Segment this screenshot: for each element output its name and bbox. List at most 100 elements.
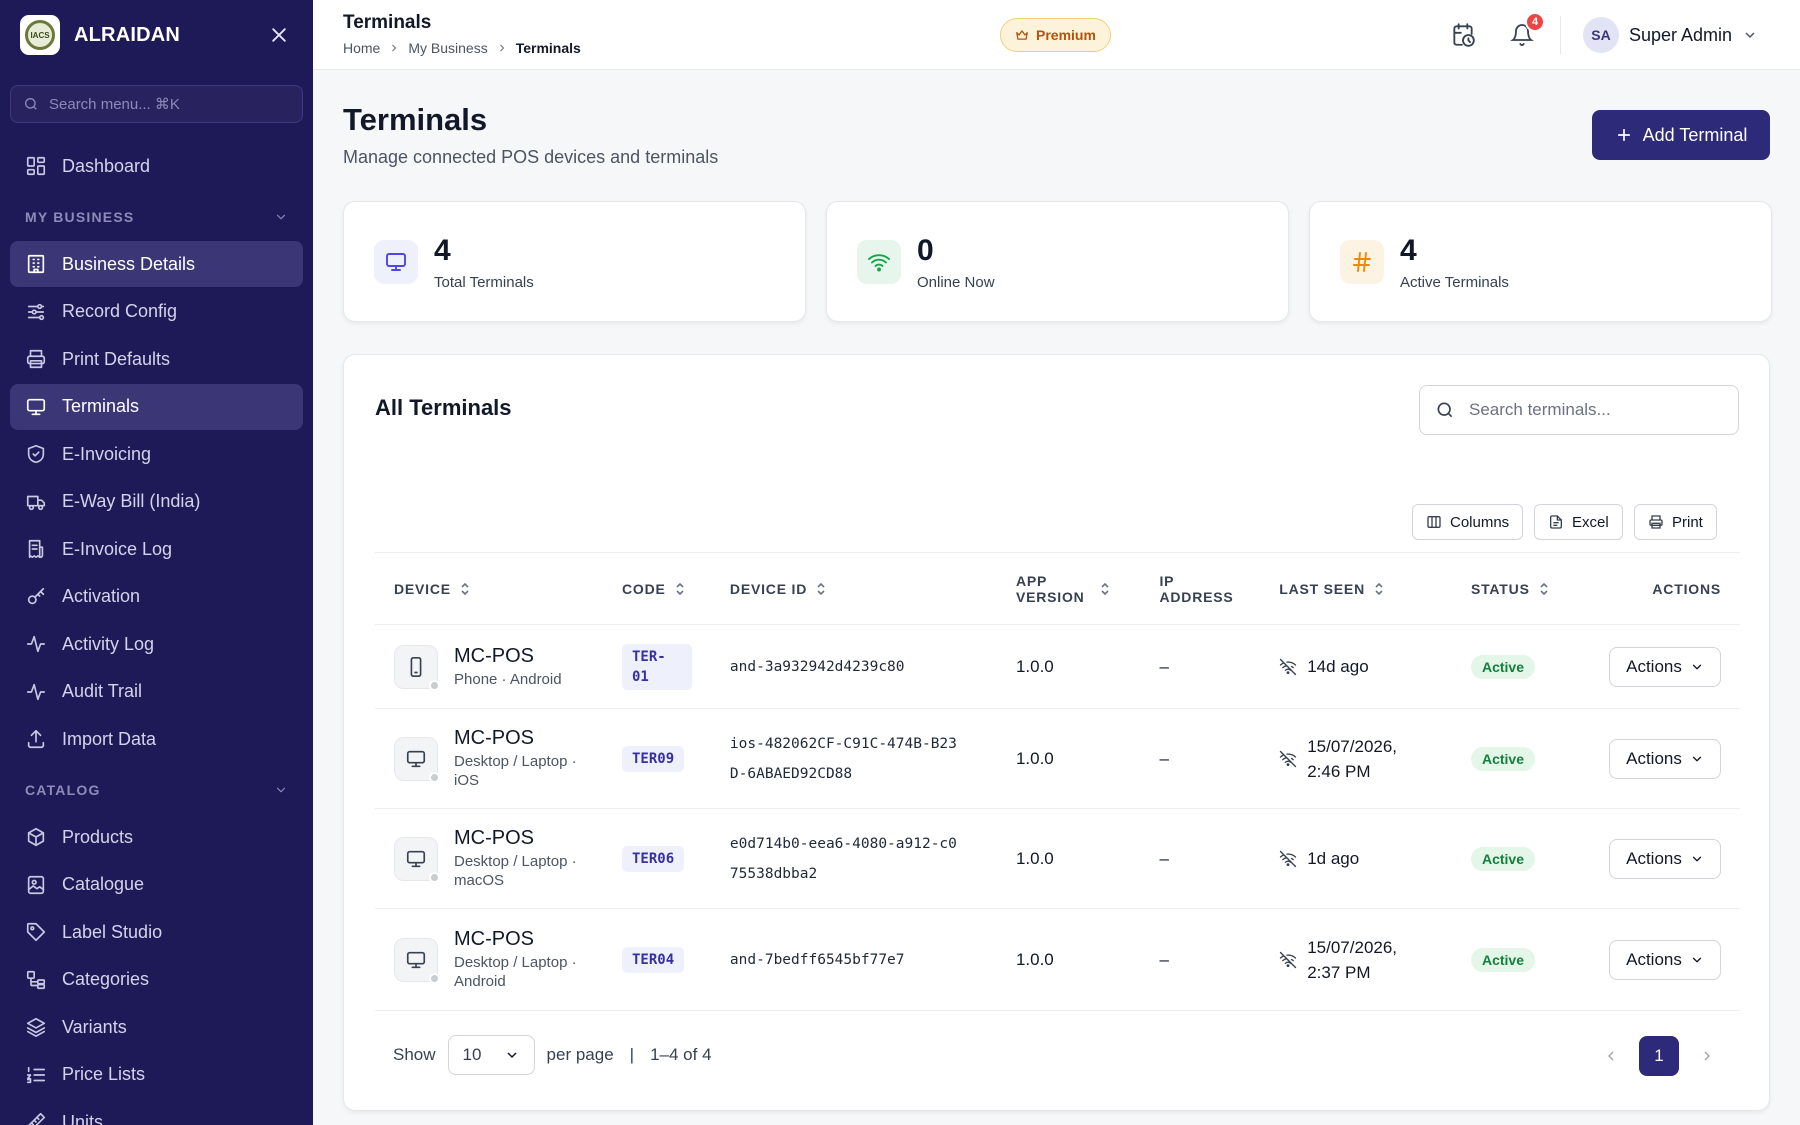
col-actions: ACTIONS [1590, 553, 1740, 625]
monitor-icon [406, 951, 426, 968]
prev-page-button[interactable] [1597, 1037, 1625, 1075]
sidebar-item-terminals[interactable]: Terminals [10, 383, 303, 430]
row-actions-button[interactable]: Actions [1609, 738, 1721, 779]
sidebar-item-audit-trail[interactable]: Audit Trail [10, 669, 303, 715]
printer-icon [26, 349, 46, 369]
sidebar-item-record-config[interactable]: Record Config [10, 289, 303, 335]
col-last-seen[interactable]: LAST SEEN [1260, 553, 1452, 625]
sidebar-item-activity-log[interactable]: Activity Log [10, 621, 303, 667]
sidebar-item-activation[interactable]: Activation [10, 574, 303, 620]
add-terminal-button[interactable]: Add Terminal [1592, 110, 1770, 160]
device-type-icon-box [394, 644, 440, 691]
pager-separator: | [629, 1045, 635, 1064]
row-actions-button[interactable]: Actions [1609, 939, 1721, 980]
terminal-search-input[interactable] [1469, 400, 1723, 420]
chevron-right-icon [1704, 1051, 1710, 1061]
sidebar-item-variants[interactable]: Variants [10, 1004, 303, 1050]
menu-search-placeholder: Search menu... ⌘K [49, 96, 180, 113]
monitor-icon [406, 850, 426, 867]
sidebar-item-label: Audit Trail [62, 681, 143, 701]
row-actions-label: Actions [1626, 949, 1682, 969]
sidebar-item-import-data[interactable]: Import Data [10, 716, 303, 762]
brand-logo[interactable]: IACS [20, 15, 60, 55]
shield-check-icon [27, 444, 45, 464]
cell-device-id: and-3a932942d4239c80 [711, 625, 997, 709]
row-actions-label: Actions [1626, 656, 1682, 676]
receipt-icon [28, 539, 44, 559]
sidebar-item-label: Record Config [62, 301, 178, 321]
cell-ip-address: – [1159, 748, 1169, 768]
cell-device: MC-POS Desktop / Laptop · macOS [375, 809, 603, 909]
last-seen-value: 15/07/2026, 2:37 PM [1307, 937, 1398, 982]
terminal-search-field[interactable] [1419, 385, 1739, 435]
breadcrumb-my-business[interactable]: My Business [408, 40, 487, 56]
per-page-select[interactable]: 10 [447, 1035, 535, 1075]
cell-app-version: 1.0.0 [1015, 656, 1054, 676]
sidebar-item-products[interactable]: Products [10, 814, 303, 860]
sidebar-item-e-invoice-log[interactable]: E-Invoice Log [10, 526, 303, 572]
monitor-icon [406, 750, 426, 767]
avatar: SA [1583, 17, 1619, 53]
table-row[interactable]: MC-POS Desktop / Laptop · iOS TER09 ios-482… [375, 709, 1740, 809]
pagination: Show 10 per page | 1–4 of 4 1 [375, 1025, 1740, 1085]
row-actions-button[interactable]: Actions [1609, 646, 1721, 687]
col-device[interactable]: DEVICE [375, 553, 603, 625]
excel-export-button[interactable]: Excel [1534, 504, 1623, 540]
cell-status: Active [1452, 625, 1590, 709]
next-page-button[interactable] [1693, 1037, 1721, 1075]
close-sidebar-button[interactable] [265, 21, 293, 49]
truck-icon [26, 495, 46, 510]
terminal-code: TER09 [622, 745, 685, 772]
col-app-version[interactable]: APP VERSION [997, 553, 1141, 625]
print-label: Print [1672, 513, 1703, 531]
user-menu[interactable]: SA Super Admin [1583, 17, 1758, 53]
sidebar-item-e-invoicing[interactable]: E-Invoicing [10, 431, 303, 477]
columns-button[interactable]: Columns [1412, 504, 1524, 540]
sidebar-item-label: Terminals [62, 396, 140, 416]
col-code-label: CODE [622, 580, 666, 597]
offline-indicator [429, 972, 440, 984]
table-row[interactable]: MC-POS Desktop / Laptop · macOS TER06 e0d71… [375, 809, 1740, 909]
stat-value: 4 [1400, 234, 1417, 267]
cell-device-id: ios-482062CF-C91C-474B-B23D-6ABAED92CD88 [711, 709, 997, 809]
schedule-button[interactable] [1448, 20, 1478, 50]
menu-search-input[interactable]: Search menu... ⌘K [10, 85, 303, 123]
print-button[interactable]: Print [1634, 504, 1717, 540]
sidebar-item-catalogue[interactable]: Catalogue [10, 862, 303, 908]
notifications-button[interactable]: 4 [1507, 12, 1545, 50]
sidebar-header: IACS ALRAIDAN [0, 0, 313, 70]
layers-icon [26, 1017, 46, 1037]
terminal-code: TER04 [622, 946, 685, 973]
col-status[interactable]: STATUS [1452, 553, 1590, 625]
sidebar-item-label: Dashboard [62, 155, 151, 176]
page-1-button[interactable]: 1 [1639, 1036, 1679, 1076]
sidebar-item-label: E-Way Bill (India) [62, 491, 201, 511]
page-title: Terminals [343, 102, 488, 137]
sidebar-section-my-business[interactable]: MY BUSINESS [10, 197, 303, 237]
sort-icon [1540, 582, 1548, 595]
offline-indicator [429, 771, 440, 783]
sidebar-item-label: Label Studio [62, 921, 163, 942]
breadcrumb-home[interactable]: Home [343, 40, 380, 56]
sidebar-section-catalog[interactable]: CATALOG [10, 770, 303, 810]
sidebar-item-units[interactable]: Units [10, 1099, 303, 1125]
sidebar-item-business-details[interactable]: Business Details [10, 241, 303, 287]
col-ip-address: IP ADDRESS [1140, 553, 1260, 625]
premium-badge[interactable]: Premium [1000, 18, 1111, 52]
sidebar-item-e-way-bill-india[interactable]: E-Way Bill (India) [10, 479, 303, 525]
col-device-id[interactable]: DEVICE ID [711, 553, 997, 625]
table-row[interactable]: MC-POS Desktop / Laptop · Android TER04 and… [375, 909, 1740, 1011]
row-actions-button[interactable]: Actions [1609, 838, 1721, 879]
sidebar-item-price-lists[interactable]: Price Lists [10, 1052, 303, 1098]
sidebar-item-label-studio[interactable]: Label Studio [10, 909, 303, 955]
cell-device: MC-POS Desktop / Laptop · Android [375, 909, 603, 1011]
sidebar-item-label: Print Defaults [62, 348, 171, 369]
breadcrumb-current: Terminals [515, 40, 581, 56]
col-code[interactable]: CODE [603, 553, 711, 625]
sidebar-item-label: Import Data [62, 728, 157, 749]
sidebar-item-categories[interactable]: Categories [10, 957, 303, 1003]
sidebar-item-print-defaults[interactable]: Print Defaults [10, 336, 303, 382]
sidebar-item-dashboard[interactable]: Dashboard [10, 143, 303, 189]
sort-icon [461, 582, 469, 595]
table-row[interactable]: MC-POS Phone · Android TER-01 and-3a932942d… [375, 625, 1740, 709]
